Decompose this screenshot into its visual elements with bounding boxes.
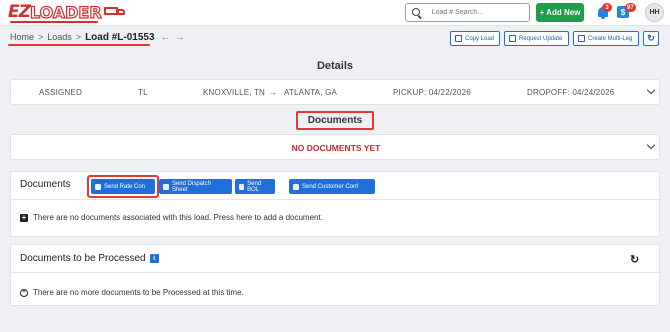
circle-x-icon: × — [20, 288, 28, 297]
create-multi-leg-label: Create Multi-Leg — [588, 35, 633, 42]
to-be-processed-title: Documents to be Processed i — [20, 253, 159, 264]
user-avatar[interactable]: HH — [645, 3, 664, 22]
notifications-badge: 3 — [602, 3, 612, 12]
send-customer-conf-button[interactable]: Send Customer Conf — [289, 179, 375, 194]
envelope-icon — [509, 35, 516, 42]
top-navbar: EZ LOADER + Add New 3 $ 97 HH — [0, 0, 670, 26]
send-rate-con-label: Send Rate Con — [104, 183, 146, 190]
breadcrumb-separator: > — [38, 32, 44, 42]
copy-load-button[interactable]: Copy Load — [450, 31, 500, 46]
to-be-processed-header: Documents to be Processed i ↻ — [11, 245, 659, 273]
route-arrow-icon: → — [269, 88, 278, 97]
pickup-date: PICKUP: 04/22/2026 — [393, 88, 471, 97]
arrow-right-icon[interactable]: → — [176, 32, 185, 42]
send-rate-con-button[interactable]: Send Rate Con — [91, 179, 155, 194]
truck-icon — [163, 183, 169, 190]
load-search-box[interactable] — [405, 3, 530, 22]
send-bol-button[interactable]: Send BOL — [235, 179, 275, 194]
add-document-row[interactable]: + There are no documents associated with… — [20, 213, 323, 222]
add-new-button[interactable]: + Add New — [536, 3, 584, 22]
documents-card: Documents Send Rate Con Send Dispatch Sh… — [10, 171, 660, 237]
breadcrumb-loads[interactable]: Loads — [47, 32, 72, 42]
logo-underline — [10, 21, 98, 23]
refresh-icon: ↻ — [647, 33, 655, 43]
copy-load-label: Copy Load — [465, 35, 495, 42]
to-be-processed-empty-row: × There are no more documents to be Proc… — [20, 288, 244, 297]
chevron-down-icon[interactable] — [646, 85, 656, 95]
ezloader-logo[interactable]: EZ LOADER — [8, 2, 126, 23]
documents-card-header: Documents Send Rate Con Send Dispatch Sh… — [11, 172, 659, 200]
load-search-input[interactable] — [431, 9, 529, 16]
load-type: TL — [138, 88, 148, 97]
send-dispatch-sheet-label: Send Dispatch Sheet — [171, 180, 211, 193]
documents-heading: Documents — [296, 111, 374, 130]
route-icon — [578, 35, 585, 42]
send-dispatch-sheet-button[interactable]: Send Dispatch Sheet — [159, 179, 232, 194]
refresh-button[interactable]: ↻ — [643, 31, 659, 46]
load-status: ASSIGNED — [39, 88, 82, 97]
create-multi-leg-button[interactable]: Create Multi-Leg — [573, 31, 639, 46]
search-icon — [412, 7, 422, 19]
breadcrumb: Home > Loads > Load #L-01553 ← → — [10, 30, 185, 44]
messages-badge: 97 — [625, 3, 636, 12]
breadcrumb-current-load: Load #L-01553 — [85, 31, 155, 43]
load-destination: ATLANTA, GA — [284, 88, 338, 97]
document-icon — [95, 183, 101, 190]
breadcrumb-home[interactable]: Home — [10, 32, 34, 42]
request-update-button[interactable]: Request Update — [504, 31, 569, 46]
breadcrumb-separator: > — [75, 32, 82, 42]
no-documents-text: NO DOCUMENTS YET — [291, 143, 381, 153]
details-summary-card[interactable]: ASSIGNED TL KNOXVILLE, TN → ATLANTA, GA … — [10, 79, 660, 105]
no-documents-message: There are no documents associated with t… — [33, 213, 323, 222]
info-icon[interactable]: i — [149, 254, 159, 263]
copy-icon — [455, 35, 462, 42]
no-documents-banner[interactable]: NO DOCUMENTS YET — [10, 134, 660, 160]
logo-ez-text: EZ — [8, 2, 31, 22]
load-origin: KNOXVILLE, TN — [203, 88, 266, 97]
plus-square-icon: + — [20, 212, 28, 222]
truck-icon — [103, 6, 126, 18]
logo-loader-text: LOADER — [29, 2, 102, 22]
send-customer-conf-label: Send Customer Conf — [302, 183, 359, 190]
request-update-label: Request Update — [519, 35, 563, 42]
to-be-processed-empty-message: There are no more documents to be Proces… — [33, 288, 244, 297]
arrow-left-icon[interactable]: ← — [161, 32, 170, 42]
to-be-processed-label: Documents to be Processed — [20, 253, 146, 264]
user-icon — [293, 183, 299, 190]
send-bol-label: Send BOL — [247, 180, 262, 193]
dropoff-date: DROPOFF: 04/24/2026 — [527, 88, 615, 97]
documents-to-be-processed-card: Documents to be Processed i ↻ × There ar… — [10, 244, 660, 306]
documents-card-title: Documents — [20, 179, 71, 190]
details-heading: Details — [316, 60, 354, 72]
annotation-underline — [8, 44, 150, 46]
refresh-icon[interactable]: ↻ — [630, 253, 639, 266]
file-icon — [239, 183, 245, 190]
